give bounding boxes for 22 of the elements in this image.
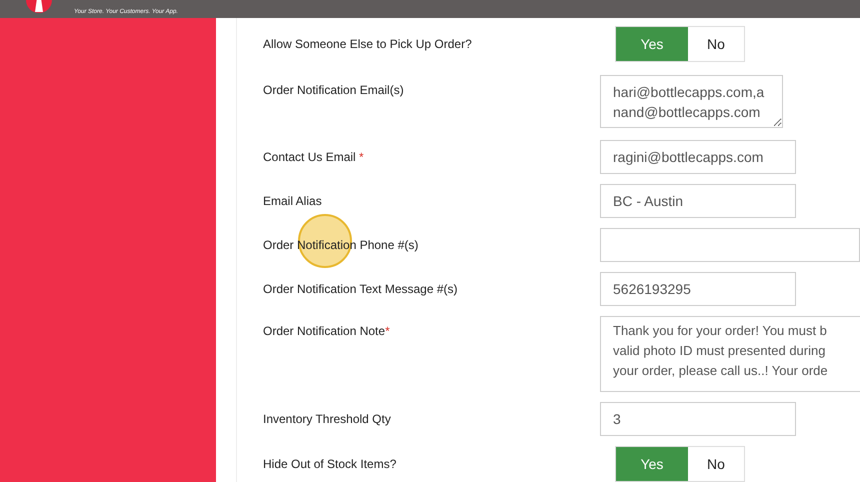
input-field[interactable]: 3 — [600, 402, 796, 436]
field-label: Contact Us Email * — [263, 150, 365, 164]
logo-icon — [24, 0, 54, 14]
field-label: Order Notification Text Message #(s) — [263, 282, 459, 296]
field-label: Allow Someone Else to Pick Up Order? — [263, 37, 473, 51]
field-label: Order Notification Phone #(s) — [263, 238, 420, 252]
field-label: Email Alias — [263, 194, 323, 208]
field-label: Inventory Threshold Qty — [263, 412, 392, 426]
input-field[interactable] — [600, 228, 860, 262]
field-label: Order Notification Note* — [263, 323, 391, 338]
note-text-line: your order, please call us..! Your orde — [613, 362, 829, 380]
input-field[interactable]: 5626193295 — [600, 272, 796, 306]
yes-option[interactable]: Yes — [616, 447, 688, 481]
yes-option[interactable]: Yes — [616, 27, 688, 61]
note-field[interactable]: Thank you for your order! You must b valid photo ID must presented during your order, please call us..! Your orde — [600, 316, 860, 392]
field-label: Hide Out of Stock Items? — [263, 457, 398, 471]
field-label: Order Notification Email(s) — [263, 82, 405, 97]
input-field[interactable]: ragini@bottlecapps.com — [600, 140, 796, 174]
input-field[interactable]: hari@bottlecapps.com,anand@bottlecapps.com — [600, 75, 783, 128]
input-field[interactable]: BC - Austin — [600, 184, 796, 218]
note-text-line: Thank you for your order! You must b — [613, 322, 828, 340]
note-text-line: valid photo ID must presented during — [613, 342, 826, 360]
